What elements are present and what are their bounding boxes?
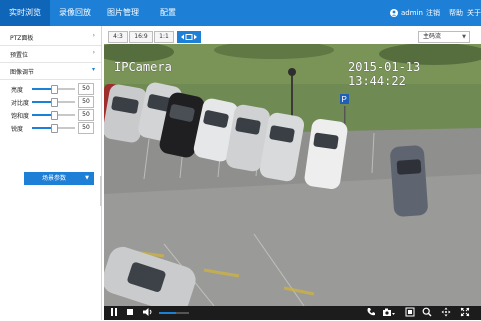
chevron-down-icon: ▼ bbox=[85, 175, 89, 181]
parking-sign-text: P bbox=[342, 95, 347, 104]
saturation-label: 饱和度 bbox=[11, 113, 30, 120]
video-control-bar bbox=[104, 306, 481, 320]
contrast-slider-row: 对比度 50 bbox=[0, 96, 101, 108]
osd-camera-name: IPCamera bbox=[114, 60, 172, 74]
live-video-view[interactable]: P IPCamera 2015-01-13 13:44:22 bbox=[104, 44, 481, 306]
control-sidebar: PTZ面板 › 预置位 › 图像调节 ▾ 亮度 50 对比度 50 饱和度 50… bbox=[0, 26, 102, 320]
panel-ptz-label: PTZ面板 bbox=[10, 35, 34, 42]
panel-image-adjust[interactable]: 图像调节 ▾ bbox=[0, 63, 101, 80]
tab-live-view[interactable]: 实时浏览 bbox=[0, 0, 50, 26]
chevron-right-icon: › bbox=[92, 49, 95, 56]
contrast-value[interactable]: 50 bbox=[78, 96, 94, 108]
contrast-slider[interactable] bbox=[32, 98, 75, 107]
capture-icon[interactable] bbox=[382, 307, 396, 321]
help-link[interactable]: 帮助 bbox=[449, 0, 463, 26]
saturation-slider[interactable] bbox=[32, 111, 75, 120]
scene-params-button[interactable]: 场景参数 ▼ bbox=[24, 172, 94, 185]
zoom-icon[interactable] bbox=[422, 307, 432, 321]
fit-window-button[interactable] bbox=[177, 31, 201, 43]
chevron-right-icon: › bbox=[92, 32, 95, 39]
sharpness-slider[interactable] bbox=[32, 124, 75, 133]
scene-params-label: 场景参数 bbox=[42, 175, 67, 182]
top-navigation-bar: 实时浏览 录像回放 图片管理 配置 admin 注销 帮助 关于 bbox=[0, 0, 481, 26]
pause-icon[interactable] bbox=[110, 307, 118, 321]
ptz-direction-icon[interactable] bbox=[441, 307, 451, 321]
saturation-slider-handle[interactable] bbox=[50, 111, 58, 120]
tab-playback[interactable]: 录像回放 bbox=[52, 0, 98, 26]
ratio-4-3-button[interactable]: 4:3 bbox=[108, 31, 128, 43]
panel-preset-label: 预置位 bbox=[10, 52, 29, 59]
sharpness-slider-row: 锐度 50 bbox=[0, 122, 101, 134]
brightness-value[interactable]: 50 bbox=[78, 83, 94, 95]
brightness-slider-handle[interactable] bbox=[50, 85, 58, 94]
volume-slider[interactable] bbox=[159, 312, 189, 314]
sharpness-slider-handle[interactable] bbox=[50, 124, 58, 133]
ratio-1-1-button[interactable]: 1:1 bbox=[154, 31, 174, 43]
stop-icon[interactable] bbox=[126, 307, 134, 321]
chevron-down-icon: ▾ bbox=[91, 66, 95, 73]
logout-link[interactable]: 注销 bbox=[426, 0, 440, 26]
brightness-label: 亮度 bbox=[11, 87, 24, 94]
panel-preset[interactable]: 预置位 › bbox=[0, 46, 101, 63]
stream-type-select[interactable]: 主码流 ▼ bbox=[418, 31, 470, 43]
saturation-value[interactable]: 50 bbox=[78, 109, 94, 121]
record-icon[interactable] bbox=[405, 307, 415, 321]
sidebar-splitter-handle[interactable] bbox=[100, 176, 102, 206]
volume-icon[interactable] bbox=[142, 307, 154, 321]
tab-configuration[interactable]: 配置 bbox=[148, 0, 188, 26]
brightness-slider-row: 亮度 50 bbox=[0, 83, 101, 95]
video-toolbar: 4:3 16:9 1:1 主码流 ▼ bbox=[104, 26, 481, 44]
panel-image-adjust-label: 图像调节 bbox=[10, 69, 35, 76]
sharpness-label: 锐度 bbox=[11, 126, 24, 133]
username: admin bbox=[401, 9, 423, 17]
fit-window-icon bbox=[181, 33, 197, 40]
contrast-label: 对比度 bbox=[11, 100, 30, 107]
volume-slider-fill bbox=[159, 312, 176, 314]
chevron-down-icon: ▼ bbox=[462, 34, 466, 40]
panel-ptz[interactable]: PTZ面板 › bbox=[0, 29, 101, 46]
fullscreen-icon[interactable] bbox=[460, 307, 470, 321]
tab-picture[interactable]: 图片管理 bbox=[100, 0, 146, 26]
contrast-slider-handle[interactable] bbox=[50, 98, 58, 107]
talk-phone-icon[interactable] bbox=[366, 307, 376, 321]
user-icon bbox=[390, 0, 398, 26]
ratio-16-9-button[interactable]: 16:9 bbox=[129, 31, 153, 43]
stream-type-value: 主码流 bbox=[423, 33, 442, 40]
osd-datetime: 2015-01-13 13:44:22 bbox=[348, 60, 421, 88]
sharpness-value[interactable]: 50 bbox=[78, 122, 94, 134]
about-link[interactable]: 关于 bbox=[467, 0, 481, 26]
brightness-slider[interactable] bbox=[32, 85, 75, 94]
saturation-slider-row: 饱和度 50 bbox=[0, 109, 101, 121]
